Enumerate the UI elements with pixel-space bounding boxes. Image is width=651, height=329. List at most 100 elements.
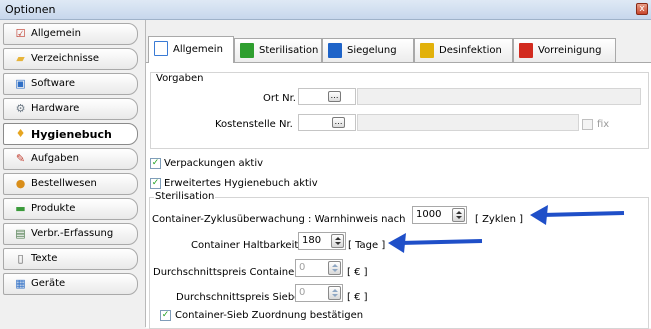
preis-container-spin-buttons[interactable] [328, 261, 341, 275]
sidebar-item-label: Aufgaben [31, 153, 80, 164]
haltbarkeit-unit: [ Tage ] [348, 240, 386, 251]
sidebar-item-label: Allgemein [31, 28, 81, 39]
spin-down-icon [332, 269, 338, 272]
preis-container-spinner[interactable]: 0 [295, 259, 343, 277]
blue-book-icon [328, 43, 342, 58]
green-book-icon [240, 43, 254, 58]
close-icon: x [639, 4, 645, 14]
tab-sterilisation[interactable]: Sterilisation [234, 38, 322, 62]
preis-siebe-spinner[interactable]: 0 [295, 284, 343, 302]
gear-icon: ⚙ [15, 102, 26, 115]
ort-nr-browse-button[interactable]: … [328, 91, 341, 102]
preis-container-label: Durchschnittspreis Container [153, 267, 299, 278]
sidebar-item-label: Verzeichnisse [31, 53, 100, 64]
erweitertes-hygienebuch-label: Erweitertes Hygienebuch aktiv [164, 178, 318, 189]
kostenstelle-browse-button[interactable]: … [332, 117, 345, 128]
ort-nr-label: Ort Nr. [263, 93, 296, 104]
vorgaben-group [150, 72, 649, 149]
tasks-icon: ✎ [15, 152, 26, 165]
sidebar-item-label: Hygienebuch [31, 128, 112, 141]
zuordnung-label: Container-Sieb Zuordnung bestätigen [175, 310, 364, 321]
zyklus-spinner[interactable]: 1000 [412, 206, 467, 224]
sidebar-item-allgemein[interactable]: ☑ Allgemein [3, 23, 138, 45]
zyklus-label: Container-Zyklusüberwachung : Warnhinwei… [152, 214, 406, 225]
sidebar-item-label: Verbr.-Erfassung [31, 228, 114, 239]
sidebar-item-verzeichnisse[interactable]: ▰ Verzeichnisse [3, 48, 138, 70]
tab-label: Allgemein [173, 44, 223, 55]
preis-container-value: 0 [299, 262, 306, 273]
sidebar-item-geraete[interactable]: ▦ Geräte [3, 273, 138, 295]
verpackungen-aktiv-checkbox[interactable]: ✓ [150, 158, 161, 169]
haltbarkeit-spin-buttons[interactable] [331, 234, 344, 248]
zyklus-value: 1000 [416, 209, 442, 220]
erweitertes-hygienebuch-checkbox[interactable]: ✓ [150, 178, 161, 189]
sidebar-item-hardware[interactable]: ⚙ Hardware [3, 98, 138, 120]
zyklus-spin-buttons[interactable] [452, 208, 465, 222]
tab-allgemein[interactable]: Allgemein [148, 36, 234, 63]
order-icon: ● [15, 177, 26, 190]
tab-label: Desinfektion [439, 45, 502, 56]
kostenstelle-nr-label: Kostenstelle Nr. [215, 119, 293, 130]
sidebar-item-label: Hardware [31, 103, 80, 114]
sidebar-item-hygienebuch[interactable]: ♦ Hygienebuch [3, 123, 138, 145]
kostenstelle-name-field [357, 114, 579, 131]
sidebar-item-aufgaben[interactable]: ✎ Aufgaben [3, 148, 138, 170]
text-icon: ▯ [17, 252, 24, 265]
sidebar-item-produkte[interactable]: ▬ Produkte [3, 198, 138, 220]
zuordnung-checkbox[interactable]: ✓ [160, 310, 171, 321]
preis-siebe-spin-buttons[interactable] [328, 286, 341, 300]
content-area: Allgemein Sterilisation Siegelung Desinf… [146, 20, 651, 329]
sterilisation-group-title: Sterilisation [154, 191, 216, 202]
tab-desinfektion[interactable]: Desinfektion [414, 38, 513, 62]
preis-siebe-label: Durchschnittspreis Siebe [176, 292, 301, 303]
sidebar-item-software[interactable]: ▣ Software [3, 73, 138, 95]
tab-label: Sterilisation [259, 45, 319, 56]
tab-label: Vorreinigung [538, 45, 602, 56]
kostenstelle-nr-input[interactable] [298, 114, 356, 131]
devices-icon: ▦ [15, 277, 26, 290]
sidebar-item-verbr-erfassung[interactable]: ▤ Verbr.-Erfassung [3, 223, 138, 245]
sidebar-item-label: Geräte [31, 278, 66, 289]
spin-up-icon [335, 237, 341, 240]
haltbarkeit-value: 180 [302, 235, 322, 246]
spin-up-icon [456, 211, 462, 214]
red-book-icon [519, 43, 533, 58]
spin-up-icon [332, 264, 338, 267]
haltbarkeit-label: Container Haltbarkeit [191, 240, 299, 251]
window-titlebar: Optionen x [0, 0, 651, 20]
sidebar-item-label: Bestellwesen [31, 178, 97, 189]
lightbulb-icon: ♦ [15, 127, 26, 140]
spin-down-icon [332, 294, 338, 297]
window-title: Optionen [5, 3, 56, 16]
yellow-book-icon [420, 43, 434, 58]
tab-label: Siegelung [347, 45, 397, 56]
consumption-icon: ▤ [15, 227, 26, 240]
arrow-icon [530, 205, 625, 225]
verpackungen-aktiv-label: Verpackungen aktiv [164, 158, 264, 169]
preis-container-unit: [ € ] [347, 267, 368, 278]
sidebar-item-label: Texte [31, 253, 58, 264]
close-button[interactable]: x [636, 3, 648, 15]
ort-nr-input[interactable] [298, 88, 356, 105]
preis-siebe-unit: [ € ] [347, 292, 368, 303]
spin-down-icon [335, 242, 341, 245]
sidebar-item-bestellwesen[interactable]: ● Bestellwesen [3, 173, 138, 195]
tab-pane-allgemein: Vorgaben Ort Nr. … Kostenstelle Nr. … fi… [146, 62, 651, 329]
document-check-icon: ☑ [15, 27, 26, 40]
preis-siebe-value: 0 [299, 287, 306, 298]
sidebar-item-texte[interactable]: ▯ Texte [3, 248, 138, 270]
arrow-icon [388, 233, 483, 253]
sidebar-item-label: Produkte [31, 203, 76, 214]
sidebar-item-label: Software [31, 78, 76, 89]
sidebar-navigation: ☑ Allgemein ▰ Verzeichnisse ▣ Software ⚙… [0, 20, 146, 327]
haltbarkeit-spinner[interactable]: 180 [298, 232, 346, 250]
spin-down-icon [456, 216, 462, 219]
fix-checkbox[interactable] [582, 119, 593, 130]
tab-siegelung[interactable]: Siegelung [322, 38, 414, 62]
document-icon [154, 41, 168, 56]
fix-label: fix [597, 119, 610, 130]
tab-vorreinigung[interactable]: Vorreinigung [513, 38, 616, 62]
folder-icon: ▰ [16, 52, 25, 65]
spin-up-icon [332, 289, 338, 292]
software-icon: ▣ [15, 77, 26, 90]
